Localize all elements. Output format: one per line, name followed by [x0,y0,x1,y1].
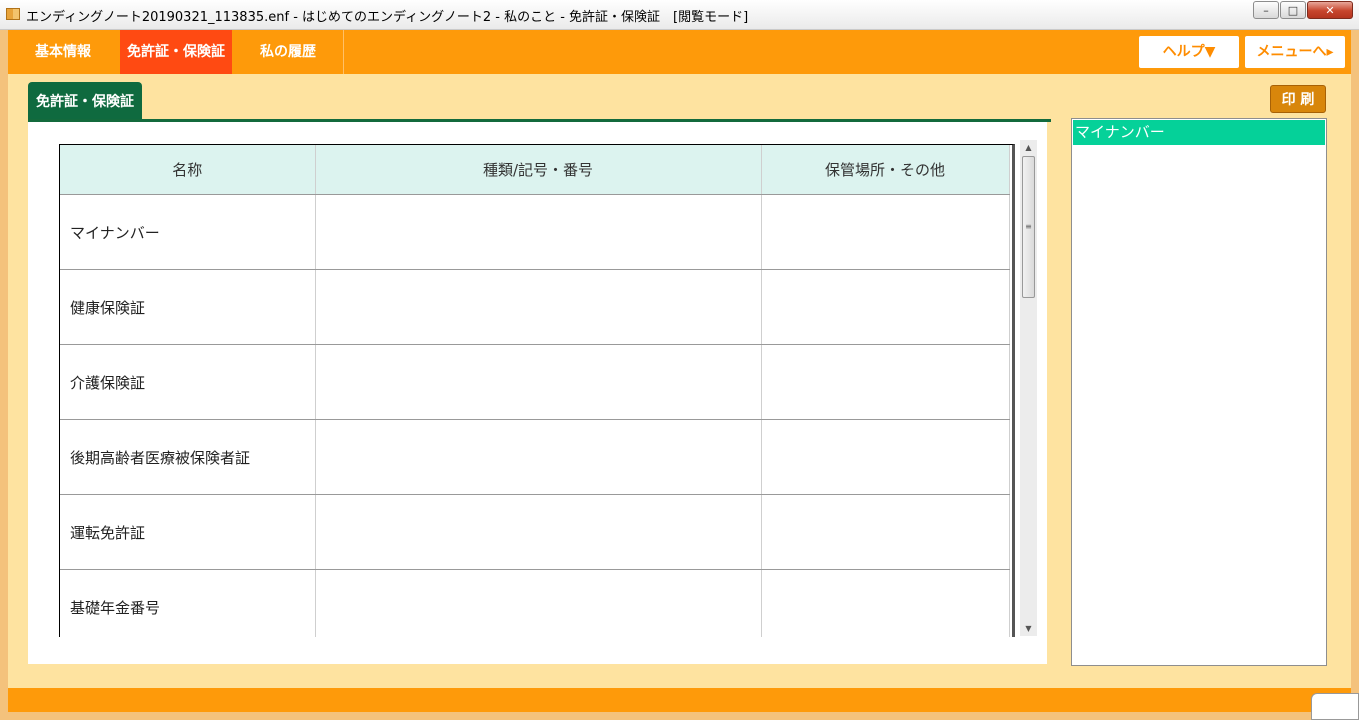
table-row[interactable]: マイナンバー [60,194,1010,270]
cell-location[interactable] [761,344,1010,420]
nav-tab-license-insurance[interactable]: 免許証・保険証 [120,30,232,74]
cell-name: 介護保険証 [60,344,316,420]
maximize-icon[interactable]: □ [1280,1,1306,19]
scroll-down-arrow-icon[interactable]: ▼ [1020,621,1037,636]
cell-type-number[interactable] [315,494,762,570]
table-row[interactable]: 運転免許証 [60,494,1010,570]
cell-type-number[interactable] [315,569,762,637]
license-table: 名称 種類/記号・番号 保管場所・その他 マイナンバー 健康保険証 介護保険証 … [60,145,1010,637]
table-row[interactable]: 介護保険証 [60,344,1010,420]
nav-tab-my-history[interactable]: 私の履歴 [238,30,338,74]
table-row[interactable]: 後期高齢者医療被保険者証 [60,419,1010,495]
top-navbar: 基本情報 免許証・保険証 私の履歴 ヘルプ▼ メニューへ▸ [8,30,1351,74]
table-row[interactable]: 基礎年金番号 [60,569,1010,637]
cell-location[interactable] [761,269,1010,345]
cell-type-number[interactable] [315,344,762,420]
corner-popup-widget[interactable] [1311,693,1359,720]
window-title: エンディングノート20190321_113835.enf - はじめてのエンディ… [26,10,749,25]
cell-name: 運転免許証 [60,494,316,570]
app-frame: 基本情報 免許証・保険証 私の履歴 ヘルプ▼ メニューへ▸ 免許証・保険証 印 … [8,30,1351,712]
help-button[interactable]: ヘルプ▼ [1139,36,1239,68]
close-icon[interactable]: ✕ [1307,1,1353,19]
cell-location[interactable] [761,194,1010,270]
nav-divider [343,30,344,74]
title-bar: エンディングノート20190321_113835.enf - はじめてのエンディ… [0,0,1359,30]
cell-location[interactable] [761,419,1010,495]
window-controls: – □ ✕ [1252,1,1353,19]
side-list-panel: マイナンバー [1071,118,1327,666]
cell-type-number[interactable] [315,269,762,345]
app-notebook-icon [6,8,20,20]
nav-tab-basic-info[interactable]: 基本情報 [18,30,108,74]
table-header-row: 名称 種類/記号・番号 保管場所・その他 [60,145,1010,195]
print-button[interactable]: 印 刷 [1270,85,1326,113]
minimize-icon[interactable]: – [1253,1,1279,19]
cell-name: 後期高齢者医療被保険者証 [60,419,316,495]
table-viewport: 名称 種類/記号・番号 保管場所・その他 マイナンバー 健康保険証 介護保険証 … [59,144,1015,637]
cell-name: マイナンバー [60,194,316,270]
cell-location[interactable] [761,494,1010,570]
scroll-up-arrow-icon[interactable]: ▲ [1020,140,1037,155]
cell-type-number[interactable] [315,419,762,495]
cell-location[interactable] [761,569,1010,637]
cell-name: 健康保険証 [60,269,316,345]
table-row[interactable]: 健康保険証 [60,269,1010,345]
side-list-item-selected[interactable]: マイナンバー [1073,120,1325,145]
cell-name: 基礎年金番号 [60,569,316,637]
table-scrollbar[interactable]: ▲ ≡ ▼ [1020,140,1037,636]
scrollbar-thumb[interactable]: ≡ [1022,156,1035,298]
footer-bar [8,688,1351,712]
section-tab[interactable]: 免許証・保険証 [28,82,142,120]
header-name: 名称 [60,145,316,195]
header-type-number: 種類/記号・番号 [315,145,762,195]
content-panel: 名称 種類/記号・番号 保管場所・その他 マイナンバー 健康保険証 介護保険証 … [28,122,1047,664]
header-location: 保管場所・その他 [761,145,1010,195]
menu-button[interactable]: メニューへ▸ [1245,36,1345,68]
cell-type-number[interactable] [315,194,762,270]
